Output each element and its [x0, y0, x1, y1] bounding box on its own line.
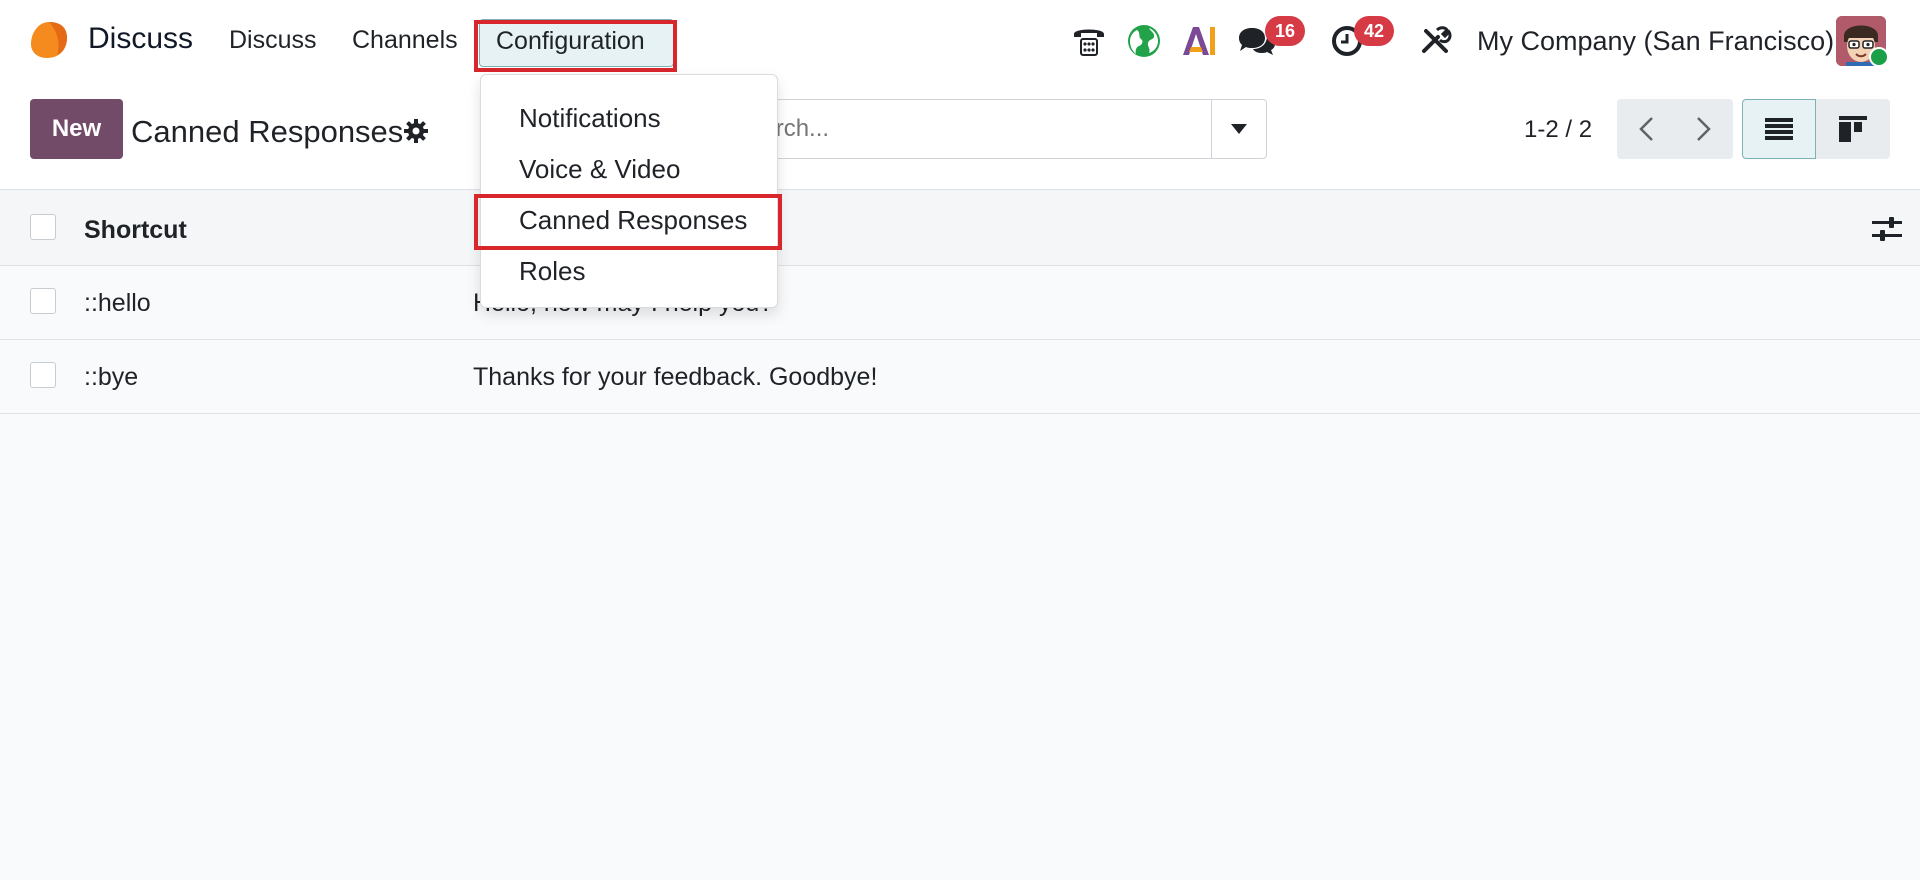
- pager-value[interactable]: 1-2 / 2: [1524, 116, 1592, 144]
- online-status-indicator: [1869, 47, 1889, 67]
- pager-previous-button[interactable]: [1617, 99, 1675, 159]
- row-substitution[interactable]: Thanks for your feedback. Goodbye!: [473, 363, 877, 392]
- gear-icon[interactable]: [403, 118, 429, 144]
- dropdown-item-notifications[interactable]: Notifications: [519, 103, 661, 134]
- table-row[interactable]: ::bye Thanks for your feedback. Goodbye!: [0, 340, 1920, 414]
- search-options-toggle[interactable]: [1211, 100, 1266, 158]
- app-name[interactable]: Discuss: [88, 22, 193, 56]
- ai-icon[interactable]: [1180, 22, 1218, 60]
- highlight-box-canned-responses: [474, 194, 782, 250]
- list-header: Shortcut: [0, 190, 1920, 266]
- discuss-app-logo-icon[interactable]: [29, 20, 69, 60]
- list-view-button[interactable]: [1742, 99, 1816, 159]
- menu-discuss[interactable]: Discuss: [229, 26, 317, 55]
- phone-icon[interactable]: [1070, 22, 1108, 60]
- top-navbar: Discuss Discuss Channels Configuration 1…: [0, 0, 1920, 86]
- company-switcher[interactable]: My Company (San Francisco): [1477, 26, 1834, 57]
- configuration-dropdown: Notifications Voice & Video Canned Respo…: [480, 74, 778, 308]
- row-shortcut[interactable]: ::bye: [84, 363, 138, 392]
- highlight-box-configuration: [474, 20, 677, 72]
- column-header-shortcut[interactable]: Shortcut: [84, 216, 187, 245]
- row-checkbox[interactable]: [30, 288, 56, 314]
- globe-icon[interactable]: [1125, 22, 1163, 60]
- optional-columns-icon[interactable]: [1872, 215, 1902, 243]
- menu-channels[interactable]: Channels: [352, 26, 458, 55]
- table-row[interactable]: ::hello Hello, how may I help you?: [0, 266, 1920, 340]
- list-view-icon: [1765, 118, 1793, 140]
- messages-badge: 16: [1265, 16, 1305, 46]
- kanban-view-button[interactable]: [1816, 99, 1890, 159]
- caret-down-icon: [1231, 124, 1247, 134]
- select-all-checkbox[interactable]: [30, 214, 56, 240]
- chevron-left-icon: [1639, 117, 1653, 141]
- activities-badge: 42: [1354, 16, 1394, 46]
- new-button[interactable]: New: [30, 99, 123, 159]
- chevron-right-icon: [1697, 117, 1711, 141]
- dropdown-item-roles[interactable]: Roles: [519, 256, 585, 287]
- control-panel: New Canned Responses 1-2 / 2: [0, 86, 1920, 190]
- search-bar: [720, 99, 1267, 159]
- kanban-view-icon: [1839, 116, 1867, 142]
- pager-next-button[interactable]: [1675, 99, 1733, 159]
- dropdown-item-voice-video[interactable]: Voice & Video: [519, 154, 680, 185]
- tools-icon[interactable]: [1417, 22, 1455, 60]
- row-checkbox[interactable]: [30, 362, 56, 388]
- row-shortcut[interactable]: ::hello: [84, 289, 151, 318]
- search-input[interactable]: [733, 100, 1193, 158]
- page-title: Canned Responses: [131, 114, 404, 149]
